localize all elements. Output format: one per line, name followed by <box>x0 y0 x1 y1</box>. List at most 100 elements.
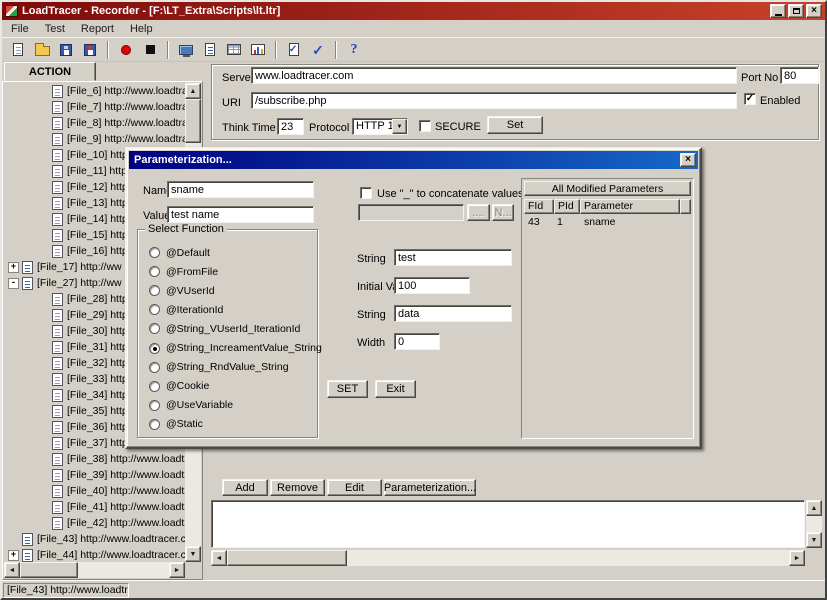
enabled-checkbox[interactable]: ✓ <box>744 93 756 105</box>
tree-item[interactable]: [File_38] http://www.loadtrace <box>4 451 185 467</box>
check-glyph: ✓ <box>289 44 297 56</box>
function-radio[interactable]: @UseVariable <box>139 396 316 415</box>
param-column-header[interactable]: PId <box>554 199 580 214</box>
name-input[interactable] <box>167 181 314 198</box>
tree-item[interactable]: [File_9] http://www.loadtracer <box>4 131 185 147</box>
function-radio[interactable]: @Static <box>139 415 316 434</box>
param-column-header[interactable]: FId <box>524 199 554 214</box>
menu-file[interactable]: File <box>3 21 37 37</box>
grid-button[interactable] <box>223 40 245 60</box>
dropdown-arrow-icon: ▼ <box>397 124 403 130</box>
scroll-up-button[interactable]: ▲ <box>806 500 822 516</box>
scroll-up-button[interactable]: ▲ <box>185 83 201 99</box>
function-radio[interactable]: @String_RndValue_String <box>139 358 316 377</box>
remove-button[interactable]: Remove <box>270 479 325 496</box>
scroll-right-button[interactable]: ► <box>169 562 185 578</box>
help-button[interactable]: ? <box>343 40 365 60</box>
function-radio[interactable]: @Cookie <box>139 377 316 396</box>
tree-item-label: [File_36] http: <box>67 421 131 433</box>
uri-input[interactable] <box>251 92 737 109</box>
save-report-button[interactable] <box>79 40 101 60</box>
open-button[interactable] <box>31 40 53 60</box>
function-radio[interactable]: @String_IncreamentValue_String <box>139 338 316 357</box>
select-function-group: Select Function @Default @FromFile @VUse… <box>137 229 318 438</box>
think-time-input[interactable] <box>277 118 304 135</box>
monitor-button[interactable] <box>175 40 197 60</box>
set-param-button[interactable]: SET <box>327 380 368 398</box>
minimize-button[interactable] <box>770 4 786 18</box>
tree-item[interactable]: + [File_44] http://www.loadtracer.cc <box>4 547 185 562</box>
port-input[interactable] <box>780 67 819 84</box>
log-vertical-scrollbar[interactable]: ▲ ▼ <box>806 500 822 548</box>
tree-item[interactable]: [File_7] http://www.loadtracer <box>4 99 185 115</box>
dialog-title: Parameterization... <box>134 154 680 166</box>
tab-action[interactable]: ACTION <box>4 62 96 81</box>
validate-button[interactable]: ✓ <box>283 40 305 60</box>
dropdown-button[interactable]: ▼ <box>392 119 407 134</box>
parameterization-button[interactable]: Parameterization... <box>384 479 476 496</box>
scroll-down-button[interactable]: ▼ <box>185 546 201 562</box>
save-button[interactable] <box>55 40 77 60</box>
string2-input[interactable] <box>394 305 512 322</box>
function-radio[interactable]: @VUserId <box>139 281 316 300</box>
close-button[interactable]: × <box>806 4 822 18</box>
edit-button[interactable]: Edit <box>327 479 382 496</box>
concat-checkbox[interactable] <box>360 187 372 199</box>
string1-input[interactable] <box>394 249 512 266</box>
param-row[interactable]: 43 1 sname <box>524 216 691 228</box>
width-input[interactable] <box>394 333 440 350</box>
secure-checkbox[interactable] <box>419 120 431 132</box>
new-button[interactable] <box>7 40 29 60</box>
protocol-select[interactable]: HTTP 1.1 ▼ <box>352 118 408 135</box>
dialog-close-button[interactable]: × <box>680 153 696 167</box>
log-textarea[interactable] <box>211 500 805 548</box>
tree-item[interactable]: [File_42] http://www.loadtrace <box>4 515 185 531</box>
value-input[interactable] <box>167 206 314 223</box>
tree-expander-icon[interactable]: + <box>8 262 19 273</box>
menu-help[interactable]: Help <box>122 21 161 37</box>
app-icon <box>5 5 18 17</box>
server-input[interactable] <box>251 67 737 84</box>
function-radio[interactable]: @FromFile <box>139 262 316 281</box>
tree-item[interactable]: [File_40] http://www.loadtrace <box>4 483 185 499</box>
tree-expander-icon[interactable]: + <box>8 550 19 561</box>
report-button[interactable] <box>199 40 221 60</box>
chart-button[interactable] <box>247 40 269 60</box>
stop-button[interactable] <box>139 40 161 60</box>
scroll-down-button[interactable]: ▼ <box>806 532 822 548</box>
file-icon <box>22 277 33 290</box>
tree-item[interactable]: [File_39] http://www.loadtrace <box>4 467 185 483</box>
file-icon <box>52 357 63 370</box>
tree-item-label: [File_33] http: <box>67 373 131 385</box>
record-button[interactable] <box>115 40 137 60</box>
scrollbar-thumb[interactable] <box>20 562 78 578</box>
function-radio[interactable]: @String_VUserId_IterationId <box>139 319 316 338</box>
scroll-right-button[interactable]: ► <box>789 550 805 566</box>
exit-button[interactable]: Exit <box>375 380 416 398</box>
tree-item[interactable]: [File_41] http://www.loadtrace <box>4 499 185 515</box>
function-radio[interactable]: @IterationId <box>139 300 316 319</box>
function-radio[interactable]: @Default <box>139 243 316 262</box>
menubar: FileTestReportHelp <box>2 20 825 37</box>
tree-item[interactable]: [File_6] http://www.loadtracer <box>4 83 185 99</box>
tree-expander-icon[interactable]: - <box>8 278 19 289</box>
restore-button[interactable] <box>788 4 804 18</box>
menu-report[interactable]: Report <box>73 21 122 37</box>
scroll-left-button[interactable]: ◄ <box>211 550 227 566</box>
tree-item[interactable]: [File_8] http://www.loadtracer <box>4 115 185 131</box>
set-button[interactable]: Set <box>487 116 543 134</box>
param-column-header[interactable]: Parameter <box>580 199 680 214</box>
file-icon <box>52 101 63 114</box>
tree-item[interactable]: [File_43] http://www.loadtracer.cc <box>4 531 185 547</box>
log-horizontal-scrollbar[interactable]: ◄ ► <box>211 550 805 566</box>
initial-value-input[interactable] <box>394 277 470 294</box>
help-icon: ? <box>351 43 358 57</box>
check-button[interactable]: ✓ <box>307 40 329 60</box>
add-button[interactable]: Add <box>222 479 268 496</box>
file-icon <box>52 309 63 322</box>
menu-test[interactable]: Test <box>37 21 73 37</box>
scrollbar-thumb[interactable] <box>227 550 347 566</box>
tree-horizontal-scrollbar[interactable]: ◄ ► <box>4 562 185 578</box>
scroll-left-button[interactable]: ◄ <box>4 562 20 578</box>
scrollbar-thumb[interactable] <box>185 99 201 143</box>
